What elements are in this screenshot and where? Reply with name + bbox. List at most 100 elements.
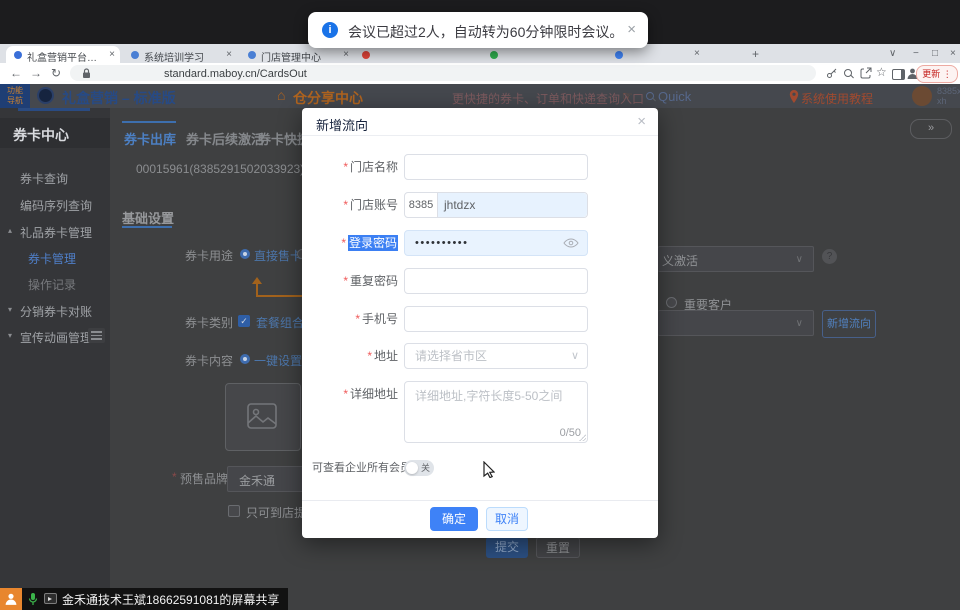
forward-icon[interactable]: → (30, 66, 42, 80)
radio-vip-customer[interactable] (666, 297, 677, 308)
store-name-input[interactable] (404, 154, 588, 180)
tab-card-followup-activate[interactable]: 券卡后续激活 (186, 129, 264, 148)
quick-search-label[interactable]: Quick (658, 89, 691, 104)
expand-arrow-icon: ▴ (8, 226, 12, 235)
back-icon[interactable]: ← (10, 66, 22, 80)
reload-icon[interactable]: ↻ (51, 66, 61, 80)
sidebar-item-label: 宣传动画管理 (20, 331, 92, 345)
meeting-toast: i 会议已超过2人，自动转为60分钟限时会议。 × (308, 12, 648, 48)
zoom-icon[interactable] (844, 69, 852, 77)
sidebar-item-card-mgmt[interactable]: 券卡管理 (28, 250, 76, 267)
tab-favicon[interactable] (490, 51, 498, 59)
region-select[interactable]: 请选择省市区 ∨ (404, 343, 588, 369)
tab-close-icon[interactable]: × (694, 48, 700, 59)
activation-mode-value: 义激活 (662, 252, 698, 269)
active-tab-indicator (122, 121, 176, 123)
house-icon: ⌂ (277, 87, 285, 103)
sidebar-item-gift-card-mgmt[interactable]: ▴ 礼品券卡管理 (20, 224, 92, 241)
radio-one-click-setup-label[interactable]: 一键设置 (254, 352, 302, 369)
sidebar-item-card-query[interactable]: 券卡查询 (20, 170, 68, 187)
address-textarea[interactable]: 详细地址,字符长度5-50之间 0/50 (404, 381, 588, 443)
card-usage-label: 券卡用途 (185, 247, 233, 264)
radio-direct-sale[interactable] (240, 249, 250, 259)
browser-tab-active[interactable]: 礼盒营销平台管理中心 × (6, 46, 120, 63)
sidebar-item-code-sequence-query[interactable]: 编码序列查询 (20, 197, 92, 214)
chrome-update-button[interactable]: 更新 ⋮ (916, 65, 958, 83)
window-maximize-icon[interactable]: □ (932, 48, 938, 59)
account-value: jhtdzx (438, 193, 587, 217)
phone-input[interactable] (404, 306, 588, 332)
flow-arrow-icon (252, 277, 262, 284)
sidebar-item-label: 礼品券卡管理 (20, 226, 92, 240)
key-icon[interactable] (826, 67, 838, 79)
window-close-icon[interactable]: × (950, 48, 956, 59)
tab-close-icon[interactable]: × (343, 49, 349, 60)
image-upload-placeholder[interactable] (225, 383, 301, 451)
user-name: 8385xh xh (937, 86, 960, 106)
submit-button[interactable]: 提交 (486, 537, 528, 558)
section-tab-basic-settings[interactable]: 基础设置 (122, 208, 174, 227)
flow-select[interactable]: ∨ (658, 310, 814, 336)
user-avatar[interactable] (912, 86, 932, 106)
tab-close-icon[interactable]: × (226, 49, 232, 60)
card-content-label: 券卡内容 (185, 352, 233, 369)
menu-dots-icon: ⋮ (943, 69, 952, 79)
password-input[interactable]: •••••••••• (404, 230, 588, 256)
radio-direct-sale-label[interactable]: 直接售卡 (254, 247, 302, 264)
window-minimize-icon[interactable]: − (913, 48, 919, 59)
confirm-button[interactable]: 确定 (430, 507, 478, 531)
mouse-cursor (483, 461, 495, 478)
browser-tab[interactable]: 系统培训学习 × (123, 46, 237, 63)
store-account-input[interactable]: 8385 jhtdzx (404, 192, 588, 218)
tab-favicon[interactable] (615, 51, 623, 59)
tab-close-icon[interactable]: × (109, 49, 115, 60)
label-text: 地址 (374, 349, 398, 363)
screen: 礼盒营销平台管理中心 × 系统培训学习 × 门店管理中心 × × + ∨ − □… (0, 0, 960, 610)
quick-search-icon[interactable] (646, 92, 654, 100)
radio-one-click-setup[interactable] (240, 354, 250, 364)
browser-tab[interactable]: 门店管理中心 × (240, 46, 354, 63)
member-toggle-switch[interactable]: 关 (404, 460, 434, 476)
required-mark: * (343, 160, 348, 174)
new-tab-button[interactable]: + (752, 47, 759, 61)
share-center-link[interactable]: 仓分享中心 (293, 88, 363, 108)
checkbox-store-pickup-only[interactable] (228, 505, 240, 517)
reset-button[interactable]: 重置 (536, 537, 580, 558)
app-header: 功能 导航 礼盒营销 – 标准版 ⌂ 仓分享中心 更快捷的券卡、订单和快递查询入… (0, 84, 960, 108)
tutorial-link[interactable]: 系统使用教程 (801, 90, 873, 107)
modal-close-icon[interactable]: × (637, 113, 646, 130)
cancel-button[interactable]: 取消 (486, 507, 528, 531)
help-icon[interactable]: ? (822, 249, 837, 264)
toast-close-icon[interactable]: × (627, 21, 636, 38)
tab-favicon[interactable] (362, 51, 370, 59)
sidebar-item-operation-log[interactable]: 操作记录 (28, 276, 76, 293)
eye-icon[interactable] (563, 238, 579, 248)
window-menu-icon[interactable]: ∨ (889, 48, 896, 59)
sidebar-item-distribution-reconcile[interactable]: ▾ 分销券卡对账 (20, 303, 92, 320)
sidebar-collapse-icon[interactable] (88, 328, 105, 343)
resize-grip-icon[interactable] (579, 434, 586, 441)
sidebar-item-promo-animation[interactable]: ▾ 宣传动画管理 (20, 329, 92, 346)
address-bar[interactable]: standard.maboy.cn/CardsOut (70, 65, 816, 81)
browser-toolbar: ← → ↻ standard.maboy.cn/CardsOut ☆ 更新 ⋮ (0, 63, 960, 85)
nav-toggle-button[interactable]: 功能 导航 (0, 84, 30, 108)
label-text: 详细地址 (350, 387, 398, 401)
add-flow-modal: 新增流向 × *门店名称 *门店账号 8385 jhtdzx *登录密码 •••… (302, 108, 658, 538)
checkbox-combo-card[interactable]: ✓ (238, 315, 250, 327)
toast-message: 会议已超过2人，自动转为60分钟限时会议。 (348, 22, 623, 42)
sidebar: 券卡中心 券卡查询 编码序列查询 ▴ 礼品券卡管理 券卡管理 操作记录 ▾ 分销… (0, 108, 110, 610)
add-flow-button[interactable]: 新增流向 (822, 310, 876, 338)
check-icon: ✓ (240, 316, 248, 326)
collapse-panel-button[interactable]: » (910, 119, 952, 139)
tab-card-outbound[interactable]: 券卡出库 (124, 129, 176, 148)
side-panel-icon[interactable] (892, 69, 905, 80)
repeat-password-input[interactable] (404, 268, 588, 294)
hand-pointer-icon: ☞ (622, 89, 633, 103)
share-icon[interactable] (860, 67, 872, 79)
label-text: 重复密码 (350, 274, 398, 288)
required-mark: * (367, 349, 372, 363)
activation-mode-select[interactable]: 义激活 ∨ (658, 246, 814, 272)
bookmark-star-icon[interactable]: ☆ (876, 65, 887, 79)
sidebar-top-indicator (18, 108, 90, 111)
question-glyph: ? (827, 251, 833, 262)
